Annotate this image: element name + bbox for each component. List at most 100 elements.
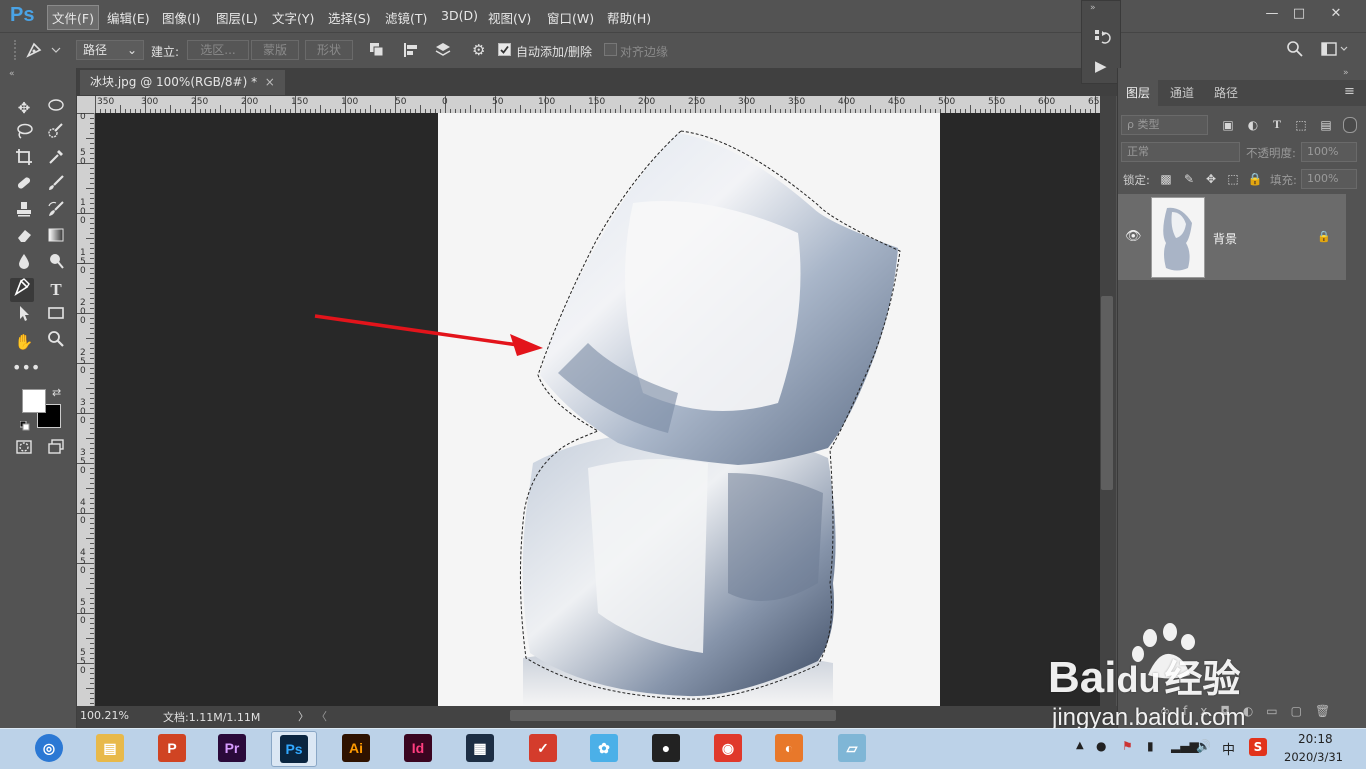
menu-edit[interactable]: 编辑(E): [107, 8, 150, 27]
menu-type[interactable]: 文字(Y): [272, 8, 314, 27]
layer-thumbnail[interactable]: [1151, 197, 1205, 278]
filter-shape-icon[interactable]: ⬚: [1293, 118, 1309, 132]
swap-colors-icon[interactable]: ⇄: [52, 386, 61, 399]
path-selection-tool-icon[interactable]: [12, 304, 36, 328]
lock-artboard-icon[interactable]: ⬚: [1225, 172, 1241, 186]
gear-icon[interactable]: ⚙: [472, 41, 485, 59]
taskbar-app-red-button[interactable]: ✓: [521, 731, 565, 765]
collapse-toolbar-icon[interactable]: «: [9, 69, 15, 79]
path-operations-icon[interactable]: [368, 41, 386, 62]
blend-mode-select[interactable]: 正常: [1121, 142, 1240, 162]
horizontal-ruler[interactable]: 350 300 250 200 150 100 50 0 50 100 150 …: [95, 96, 1100, 114]
rectangle-tool-icon[interactable]: [44, 304, 68, 328]
dodge-tool-icon[interactable]: [44, 252, 68, 276]
minimize-button[interactable]: —: [1262, 6, 1282, 22]
taskbar-video-button[interactable]: ▦: [458, 731, 502, 765]
eye-visibility-icon[interactable]: 👁: [1125, 229, 1142, 244]
lock-transparent-icon[interactable]: ▩: [1158, 172, 1174, 186]
taskbar-photoshop-button[interactable]: Ps: [271, 731, 317, 767]
panel-menu-icon[interactable]: ≡: [1344, 84, 1355, 99]
menu-window[interactable]: 窗口(W): [547, 8, 594, 27]
auto-add-delete-checkbox[interactable]: [498, 43, 511, 56]
vertical-scroll-thumb[interactable]: [1101, 296, 1113, 490]
taskbar-indesign-button[interactable]: Id: [396, 731, 440, 765]
ruler-origin[interactable]: [77, 96, 95, 113]
menu-filter[interactable]: 滤镜(T): [385, 8, 427, 27]
eraser-tool-icon[interactable]: [12, 226, 36, 250]
taskbar-app-book-button[interactable]: ▱: [830, 731, 874, 765]
filter-smart-object-icon[interactable]: ▤: [1318, 118, 1334, 132]
quick-mask-icon[interactable]: [12, 438, 36, 462]
foreground-color-swatch[interactable]: [22, 389, 46, 413]
taskbar-qq-button[interactable]: ●: [644, 731, 688, 765]
menu-help[interactable]: 帮助(H): [607, 8, 651, 27]
ice-cube-image[interactable]: [438, 113, 940, 706]
menu-select[interactable]: 选择(S): [328, 8, 371, 27]
crop-tool-icon[interactable]: [12, 148, 36, 172]
quick-selection-tool-icon[interactable]: [44, 122, 68, 146]
eyedropper-tool-icon[interactable]: [44, 148, 68, 172]
document-info[interactable]: 文档:1.11M/1.11M: [163, 709, 260, 725]
taskbar-explorer-button[interactable]: ▤: [88, 731, 132, 765]
menu-3d[interactable]: 3D(D): [441, 8, 478, 23]
path-alignment-icon[interactable]: [402, 41, 420, 62]
search-icon[interactable]: [1286, 40, 1304, 61]
menu-image[interactable]: 图像(I): [162, 8, 200, 27]
history-icon[interactable]: [1093, 28, 1111, 49]
horizontal-scroll-thumb[interactable]: [510, 710, 836, 721]
screen-mode-icon[interactable]: [44, 438, 68, 462]
filter-pixel-icon[interactable]: ▣: [1220, 118, 1236, 132]
healing-brush-tool-icon[interactable]: [12, 174, 36, 198]
zoom-level[interactable]: 100.21%: [80, 709, 129, 722]
zoom-tool-icon[interactable]: [44, 330, 68, 354]
taskbar-premiere-button[interactable]: Pr: [210, 731, 254, 765]
menu-layer[interactable]: 图层(L): [216, 8, 258, 27]
maximize-button[interactable]: □: [1289, 6, 1309, 22]
close-tab-icon[interactable]: ×: [265, 75, 275, 89]
opacity-input[interactable]: 100%: [1301, 142, 1357, 162]
tray-security-icon[interactable]: ⚑: [1122, 739, 1133, 753]
build-shape-button[interactable]: 形状: [305, 40, 353, 60]
more-tools-icon[interactable]: •••: [12, 356, 40, 380]
lock-all-icon[interactable]: 🔒: [1247, 172, 1263, 186]
layer-kind-filter[interactable]: ρ 类型: [1121, 115, 1208, 135]
path-arrangement-icon[interactable]: [434, 41, 452, 62]
workspace-icon[interactable]: [1320, 40, 1350, 61]
lasso-tool-icon[interactable]: [12, 122, 36, 146]
tray-qq-icon[interactable]: ●: [1096, 739, 1106, 753]
collapse-panels-icon[interactable]: »: [1343, 68, 1349, 78]
status-menu-arrow[interactable]: 〉: [298, 708, 309, 724]
tray-battery-icon[interactable]: ▮: [1147, 739, 1154, 753]
canvas-area[interactable]: [95, 113, 1100, 706]
taskbar-chrome-button[interactable]: ◉: [706, 731, 750, 765]
tab-channels[interactable]: 通道: [1162, 80, 1202, 106]
scroll-left-arrow[interactable]: 〈: [316, 708, 327, 724]
taskbar-powerpoint-button[interactable]: P: [150, 731, 194, 765]
align-edges-checkbox[interactable]: [604, 43, 617, 56]
brush-tool-icon[interactable]: [44, 174, 68, 198]
tray-network-icon[interactable]: ▂▄▆: [1171, 739, 1199, 753]
clock-date[interactable]: 2020/3/31: [1284, 750, 1343, 764]
close-button[interactable]: ✕: [1326, 6, 1346, 22]
menu-view[interactable]: 视图(V): [488, 8, 531, 27]
play-action-icon[interactable]: ▶: [1095, 57, 1107, 75]
tray-sogou-icon[interactable]: S: [1249, 738, 1267, 756]
type-tool-icon[interactable]: T: [44, 278, 68, 302]
pen-tool-icon[interactable]: [10, 278, 34, 302]
taskbar-app-blue-button[interactable]: ✿: [582, 731, 626, 765]
tab-layers[interactable]: 图层: [1118, 80, 1159, 106]
tab-paths[interactable]: 路径: [1206, 80, 1246, 106]
document-tab[interactable]: 冰块.jpg @ 100%(RGB/8#) * ×: [80, 70, 285, 95]
pen-tool-preset-icon[interactable]: [24, 41, 62, 62]
tray-volume-icon[interactable]: 🔊: [1196, 739, 1211, 753]
expand-panel-icon[interactable]: »: [1090, 3, 1096, 13]
filter-type-icon[interactable]: T: [1269, 117, 1285, 132]
fill-input[interactable]: 100%: [1301, 169, 1357, 189]
build-selection-button[interactable]: 选区...: [187, 40, 249, 60]
taskbar-start-button[interactable]: ◎: [27, 731, 71, 765]
mode-select[interactable]: 路径 ⌄: [76, 40, 144, 60]
clone-stamp-tool-icon[interactable]: [12, 200, 36, 224]
menu-file[interactable]: 文件(F): [47, 5, 99, 30]
tray-expand-icon[interactable]: ▲: [1076, 740, 1084, 751]
lock-image-icon[interactable]: ✎: [1181, 172, 1197, 186]
